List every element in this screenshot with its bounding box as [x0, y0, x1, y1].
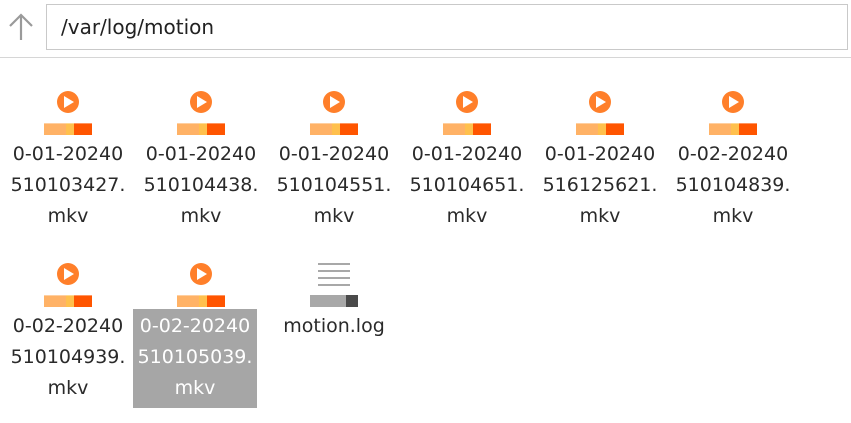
video-file-icon	[538, 88, 662, 140]
file-name: 0-02-20240 510105039. mkv	[133, 309, 257, 408]
file-name: 0-01-20240 510104651. mkv	[409, 143, 525, 227]
video-file-icon	[671, 88, 795, 140]
toolbar-divider	[0, 57, 851, 58]
file-name: 0-01-20240 516125621. mkv	[542, 143, 658, 227]
file-name: 0-02-20240 510104839. mkv	[675, 143, 791, 227]
file-name: 0-01-20240 510104438. mkv	[143, 143, 259, 227]
file-item-log[interactable]: motion.log	[272, 260, 396, 410]
file-item-video[interactable]: 0-01-20240 510104551. mkv	[272, 88, 396, 238]
file-item-video[interactable]: 0-01-20240 510104438. mkv	[139, 88, 263, 238]
up-directory-button[interactable]	[2, 6, 40, 48]
video-file-icon	[272, 88, 396, 140]
text-file-icon	[272, 260, 396, 312]
path-input[interactable]	[46, 4, 848, 50]
video-file-icon	[139, 260, 263, 312]
toolbar	[0, 0, 851, 56]
video-file-icon	[6, 260, 130, 312]
file-name: 0-01-20240 510104551. mkv	[276, 143, 392, 227]
arrow-up-icon	[9, 13, 33, 40]
file-name: 0-02-20240 510104939. mkv	[10, 315, 126, 399]
file-item-video[interactable]: 0-01-20240 510104651. mkv	[405, 88, 529, 238]
file-item-video[interactable]: 0-02-20240 510104939. mkv	[6, 260, 130, 410]
file-item-video[interactable]: 0-01-20240 510103427. mkv	[6, 88, 130, 238]
file-item-video[interactable]: 0-02-20240 510105039. mkv	[133, 260, 263, 410]
video-file-icon	[6, 88, 130, 140]
file-item-video[interactable]: 0-02-20240 510104839. mkv	[671, 88, 795, 238]
video-file-icon	[405, 88, 529, 140]
file-name: 0-01-20240 510103427. mkv	[10, 143, 126, 227]
video-file-icon	[139, 88, 263, 140]
file-name: motion.log	[283, 315, 385, 337]
file-item-video[interactable]: 0-01-20240 516125621. mkv	[538, 88, 662, 238]
